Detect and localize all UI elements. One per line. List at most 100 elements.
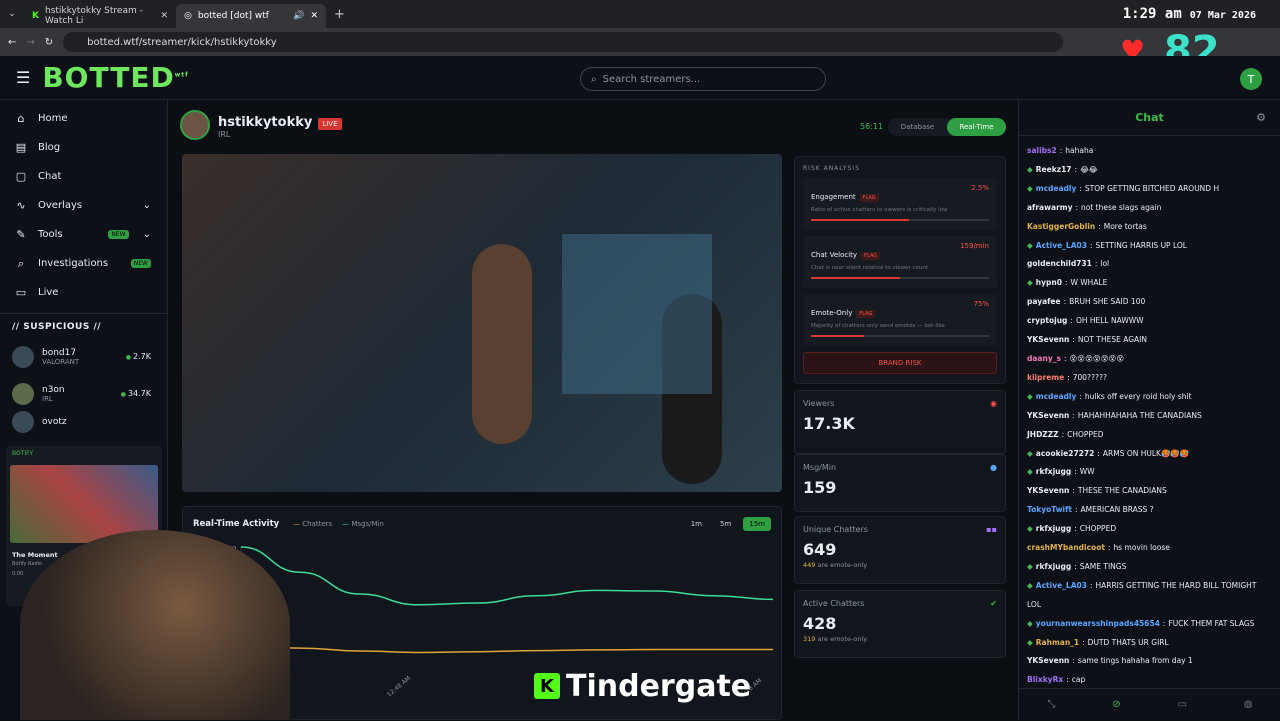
back-icon[interactable]: ← <box>8 37 16 48</box>
chat-username[interactable]: cryptojug <box>1027 316 1067 325</box>
logo-text: BOTTED <box>42 61 175 94</box>
stream-header: hstikkytokky LIVE IRL <box>180 110 342 140</box>
brand-risk-button[interactable]: BRAND RISK <box>803 352 997 374</box>
chat-text: W WHALE <box>1070 278 1108 288</box>
chat-username[interactable]: Active_LA03 <box>1036 241 1087 250</box>
chevron-down-icon[interactable]: ⌄ <box>143 229 151 240</box>
chat-username[interactable]: mcdeadly <box>1036 392 1077 401</box>
window-icon[interactable]: ▭ <box>1178 699 1187 710</box>
audio-icon[interactable]: 🔊 <box>293 11 304 21</box>
user-avatar[interactable]: T <box>1240 68 1262 90</box>
close-tab-icon[interactable]: ✕ <box>310 11 318 21</box>
stream-video[interactable] <box>182 154 782 492</box>
risk-name: Emote-Only <box>811 309 853 317</box>
sidebar-item-blog[interactable]: ▤ Blog <box>0 133 167 162</box>
mode-toggle[interactable]: Database Real-Time <box>888 118 1006 136</box>
chat-username[interactable]: Rahman_1 <box>1036 638 1079 647</box>
sidebar-item-overlays[interactable]: ∿ Overlays ⌄ <box>0 191 167 220</box>
chat-username[interactable]: TokyoTwift <box>1027 505 1072 514</box>
suspicious-item[interactable]: ovotz <box>0 411 167 433</box>
sidebar-item-label: Home <box>38 113 68 124</box>
message-icon: ● <box>990 463 997 472</box>
chat-username[interactable]: afrawarmy <box>1027 203 1072 212</box>
logo[interactable]: BOTTEDwtf <box>42 61 188 94</box>
chat-username[interactable]: YKSevenn <box>1027 656 1069 665</box>
mode-realtime-button[interactable]: Real-Time <box>947 118 1006 136</box>
tab-botted[interactable]: ◎ botted [dot] wtf 🔊 ✕ <box>176 4 326 28</box>
chat-message: ◆ Active_LA03: HARRIS GETTING THE HARD BIL… <box>1019 577 1280 596</box>
mode-database-button[interactable]: Database <box>888 123 947 131</box>
users-icon: ▪▪ <box>986 525 997 534</box>
chat-text: lol <box>1100 259 1110 269</box>
suspicious-title: // SUSPICIOUS // <box>12 322 102 332</box>
search-icon: ⌕ <box>591 73 597 85</box>
chat-username[interactable]: hypn0 <box>1036 278 1062 287</box>
risk-bar <box>811 277 989 279</box>
chat-username[interactable]: YKSevenn <box>1027 411 1069 420</box>
streamer-name: ovotz <box>42 417 67 427</box>
eye-icon: ◉ <box>990 399 997 408</box>
risk-card: Engagement FLAG 2.5% Ratio of active chatte… <box>803 178 997 230</box>
sidebar-item-chat[interactable]: ▢ Chat <box>0 162 167 191</box>
chat-username[interactable]: mcdeadly <box>1036 184 1077 193</box>
chat-username[interactable]: daany_s <box>1027 354 1061 363</box>
chat-username[interactable]: rkfxjugg <box>1036 467 1071 476</box>
suspicious-item[interactable]: bond17VALORANT 2.7K <box>0 338 167 375</box>
chat-username[interactable]: crashMYbandicoot <box>1027 543 1105 552</box>
chat-message: ◆ mcdeadly: hulks off every roid holy shit <box>1019 388 1280 407</box>
chat-username[interactable]: Reekz17 <box>1036 165 1072 174</box>
chat-text: HARRIS GETTING THE HARD BILL TOMIGHT <box>1095 580 1257 590</box>
chat-username[interactable]: rkfxjugg <box>1036 562 1071 571</box>
chat-username[interactable]: acookie27272 <box>1036 449 1095 458</box>
chat-username[interactable]: BlixkyRx <box>1027 675 1063 684</box>
chat-username[interactable]: payafee <box>1027 297 1061 306</box>
chat-text: HAHAHHAHAHA THE CANADIANS <box>1077 410 1202 420</box>
video-container-wall <box>562 234 712 394</box>
chat-colon: : <box>1074 505 1078 515</box>
stream-category: IRL <box>218 130 231 139</box>
stat-sub: 319 are emote-only <box>803 635 997 643</box>
chat-username[interactable]: kiipreme <box>1027 373 1064 382</box>
chat-username[interactable]: YKSevenn <box>1027 335 1069 344</box>
chat-message-list: salibs2: hahaha ◆ Reekz17: 😂😂 ◆ mcdeadly: STOP … <box>1019 136 1280 690</box>
gear-icon[interactable]: ⚙ <box>1256 111 1266 124</box>
sidebar-item-live[interactable]: ▭ Live <box>0 278 167 307</box>
tab-menu-icon[interactable]: ⌄ <box>0 9 24 19</box>
settings-icon[interactable]: ◍ <box>1244 699 1253 710</box>
chat-colon: : <box>1074 524 1077 534</box>
chat-username[interactable]: rkfxjugg <box>1036 524 1071 533</box>
chat-username[interactable]: YKSevenn <box>1027 486 1069 495</box>
chat-username[interactable]: salibs2 <box>1027 146 1057 155</box>
viewer-count: 34.7K <box>121 389 151 398</box>
sidebar-item-tools[interactable]: ✎ Tools NEW ⌄ <box>0 220 167 249</box>
forward-icon[interactable]: → <box>26 37 34 48</box>
chat-message: ◆ rkfxjugg: SAME TINGS <box>1019 558 1280 577</box>
chat-username[interactable]: goldenchild731 <box>1027 259 1092 268</box>
close-tab-icon[interactable]: ✕ <box>160 11 168 21</box>
chat-footer: ⤡ ⊘ ▭ ◍ <box>1019 688 1280 720</box>
new-tab-icon[interactable]: + <box>334 7 345 22</box>
search-input[interactable]: ⌕ Search streamers... <box>580 67 826 91</box>
chat-username[interactable]: KastiggerGoblin <box>1027 222 1095 231</box>
chat-text: DUTD THATS UR GIRL <box>1087 637 1169 647</box>
reload-icon[interactable]: ↻ <box>45 37 53 48</box>
filter-icon[interactable]: ⊘ <box>1112 699 1120 710</box>
chat-username[interactable]: yournanwearsshinpads45654 <box>1036 619 1160 628</box>
suspicious-item[interactable]: n3onIRL 34.7K <box>0 375 167 412</box>
chevron-down-icon[interactable]: ⌄ <box>143 200 151 211</box>
tab-kick[interactable]: K hstikkytokky Stream - Watch Li ✕ <box>24 4 176 28</box>
risk-desc: Majority of chatters only send emotes — … <box>811 323 945 329</box>
chat-username[interactable]: JHDZZZ <box>1027 430 1059 439</box>
chat-message: crashMYbandicoot: hs movin loose <box>1019 539 1280 558</box>
chat-username[interactable]: Active_LA03 <box>1036 581 1087 590</box>
address-bar[interactable]: botted.wtf/streamer/kick/hstikkytokky <box>63 32 1064 52</box>
chat-message: ◆ Reekz17: 😂😂 <box>1019 161 1280 180</box>
search-placeholder: Search streamers... <box>602 73 701 85</box>
stat-value: 428 <box>803 614 837 633</box>
sidebar-item-investigations[interactable]: ⌕ Investigations NEW <box>0 249 167 278</box>
chat-message: YKSevenn: same tings hahaha from day 1 <box>1019 652 1280 671</box>
sidebar-item-home[interactable]: ⌂ Home <box>0 104 167 133</box>
popout-icon[interactable]: ⤡ <box>1047 699 1055 710</box>
menu-icon[interactable]: ☰ <box>16 68 30 87</box>
stat-sub-text: are emote-only <box>817 635 868 643</box>
